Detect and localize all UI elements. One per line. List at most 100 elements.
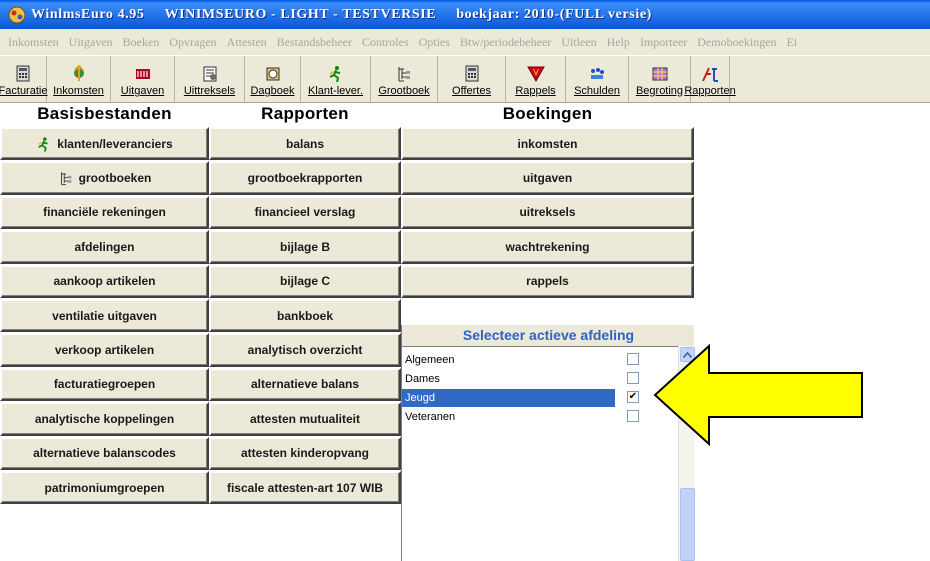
boekingen-button-rappels[interactable]: rappels — [401, 264, 694, 298]
basis-button-aankoop-artikelen[interactable]: aankoop artikelen — [0, 264, 209, 298]
button-label: patrimoniumgroepen — [44, 480, 165, 495]
basis-button-alternatieve-balanscodes[interactable]: alternatieve balanscodes — [0, 436, 209, 470]
basis-button-patrimoniumgroepen[interactable]: patrimoniumgroepen — [0, 471, 209, 505]
basis-button-grootboeken[interactable]: grootboeken — [0, 161, 209, 195]
toolbar-button-rappels[interactable]: V Rappels — [506, 56, 566, 102]
expenses-icon — [134, 65, 152, 82]
menu-item-4[interactable]: Attesten — [222, 35, 272, 50]
toolbar-button-facturatie[interactable]: Facturatie — [0, 56, 47, 102]
afdeling-item-jeugd[interactable]: Jeugd ✔ — [402, 389, 678, 407]
afdeling-item-label: Jeugd — [405, 392, 435, 404]
rapporten-button-alternatieve-balans[interactable]: alternatieve balans — [209, 367, 401, 402]
rapporten-button-bijlage-b[interactable]: bijlage B — [209, 230, 401, 264]
button-label: facturatiegroepen — [53, 377, 156, 392]
menu-item-1[interactable]: Uitgaven — [64, 35, 118, 50]
button-label: uitgaven — [522, 171, 573, 186]
menu-item-0[interactable]: Inkomsten — [3, 35, 64, 50]
income-icon — [70, 65, 88, 82]
toolbar-label: Schulden — [574, 85, 620, 97]
basis-button-klanten-leveranciers[interactable]: klanten/leveranciers — [0, 127, 209, 161]
rapporten-button-fiscale-attesten-art-107-wib[interactable]: fiscale attesten-art 107 WIB — [209, 471, 401, 505]
journal-icon — [264, 65, 282, 82]
runner-icon — [327, 65, 345, 82]
menu-item-9[interactable]: Uitleen — [556, 35, 601, 50]
afdeling-item-label: Veteranen — [405, 411, 456, 423]
header-boekingen: Boekingen — [502, 104, 593, 123]
afdeling-panel: Selecteer actieve afdeling Algemeen Dames… — [401, 325, 695, 561]
rapporten-button-bankboek[interactable]: bankboek — [209, 299, 401, 333]
calculator-icon — [14, 65, 32, 82]
menu-item-6[interactable]: Controles — [357, 35, 414, 50]
menu-item-12[interactable]: Demoboekingen — [692, 35, 781, 50]
toolbar-button-schulden[interactable]: Schulden — [566, 56, 629, 102]
toolbar-button-begroting[interactable]: Begroting — [629, 56, 691, 102]
boekingen-button-wachtrekening[interactable]: wachtrekening — [401, 230, 694, 264]
toolbar-label: Klant-lever. — [307, 85, 364, 97]
budget-icon — [651, 65, 669, 82]
menu-item-11[interactable]: Importeer — [635, 35, 692, 50]
button-label: financiële rekeningen — [43, 205, 166, 220]
toolbar-button-klant-lever[interactable]: Klant-lever. — [301, 56, 371, 102]
toolbar-label: Dagboek — [250, 85, 295, 97]
toolbar-button-grootboek[interactable]: Grootboek — [371, 56, 438, 102]
button-label: bankboek — [276, 308, 333, 323]
basis-button-ventilatie-uitgaven[interactable]: ventilatie uitgaven — [0, 299, 209, 333]
button-label: klanten/leveranciers — [57, 136, 173, 151]
basis-button-verkoop-artikelen[interactable]: verkoop artikelen — [0, 333, 209, 367]
rapporten-button-balans[interactable]: balans — [209, 127, 401, 161]
year-title: boekjaar: 2010-(FULL versie) — [456, 6, 652, 22]
afdeling-checkbox[interactable] — [627, 410, 639, 422]
boekingen-button-uitgaven[interactable]: uitgaven — [401, 161, 694, 195]
button-label: uitreksels — [519, 205, 576, 220]
rapporten-button-bijlage-c[interactable]: bijlage C — [209, 264, 401, 298]
menu-item-3[interactable]: Opvragen — [164, 35, 221, 50]
afdeling-item-dames[interactable]: Dames — [402, 370, 678, 388]
basis-button-facturatiegroepen[interactable]: facturatiegroepen — [0, 367, 209, 402]
toolbar-label: Rapporten — [684, 85, 736, 97]
afdeling-item-veteranen[interactable]: Veteranen — [402, 408, 678, 426]
afdeling-checkbox[interactable]: ✔ — [627, 391, 639, 403]
menu-item-7[interactable]: Opties — [414, 35, 455, 50]
rapporten-button-attesten-kinderopvang[interactable]: attesten kinderopvang — [209, 436, 401, 470]
afdeling-checkbox[interactable] — [627, 372, 639, 384]
button-label: rappels — [526, 274, 569, 289]
menu-item-10[interactable]: Help — [602, 35, 635, 50]
toolbar-button-uittreksels[interactable]: Uittreksels — [175, 56, 245, 102]
button-label: aankoop artikelen — [53, 274, 156, 289]
menu-item-5[interactable]: Bestandsbeheer — [272, 35, 357, 50]
afdeling-checkbox[interactable] — [627, 353, 639, 365]
toolbar-button-offertes[interactable]: Offertes — [438, 56, 506, 102]
button-label: afdelingen — [74, 239, 135, 254]
toolbar-button-dagboek[interactable]: Dagboek — [245, 56, 301, 102]
toolbar-label: Uittreksels — [183, 85, 236, 97]
toolbar-button-uitgaven[interactable]: Uitgaven — [111, 56, 175, 102]
menu-item-13[interactable]: Ei — [782, 35, 803, 50]
afdeling-item-algemeen[interactable]: Algemeen — [402, 351, 678, 369]
scroll-thumb[interactable] — [680, 488, 695, 561]
boekingen-button-uitreksels[interactable]: uitreksels — [401, 195, 694, 230]
afdeling-panel-title: Selecteer actieve afdeling — [462, 327, 635, 343]
toolbar: Facturatie Inkomsten Uitgaven Uittreksels Da… — [0, 55, 930, 103]
basis-button-financi-le-rekeningen[interactable]: financiële rekeningen — [0, 195, 209, 230]
button-label: alternatieve balanscodes — [33, 446, 176, 461]
toolbar-button-inkomsten[interactable]: Inkomsten — [47, 56, 111, 102]
runner-icon — [36, 136, 52, 152]
boekingen-button-inkomsten[interactable]: inkomsten — [401, 127, 694, 161]
toolbar-label: Rappels — [515, 85, 556, 97]
rapporten-button-grootboekrapporten[interactable]: grootboekrapporten — [209, 161, 401, 195]
toolbar-label: Facturatie — [0, 85, 48, 97]
yellow-arrow-icon — [653, 343, 863, 447]
afdeling-list[interactable]: Algemeen Dames Jeugd ✔ Veteranen — [402, 346, 678, 561]
app-icon[interactable] — [8, 6, 26, 24]
button-label: analytische koppelingen — [34, 411, 175, 426]
menu-item-2[interactable]: Boeken — [118, 35, 165, 50]
menu-item-8[interactable]: Btw/periodebeheer — [455, 35, 556, 50]
rapporten-button-financieel-verslag[interactable]: financieel verslag — [209, 195, 401, 230]
button-label: alternatieve balans — [250, 377, 360, 392]
rapporten-button-attesten-mutualiteit[interactable]: attesten mutualiteit — [209, 402, 401, 436]
button-label: verkoop artikelen — [54, 343, 155, 358]
basis-button-afdelingen[interactable]: afdelingen — [0, 230, 209, 264]
toolbar-button-rapporten[interactable]: Rapporten — [684, 56, 736, 102]
basis-button-analytische-koppelingen[interactable]: analytische koppelingen — [0, 402, 209, 436]
rapporten-button-analytisch-overzicht[interactable]: analytisch overzicht — [209, 333, 401, 367]
